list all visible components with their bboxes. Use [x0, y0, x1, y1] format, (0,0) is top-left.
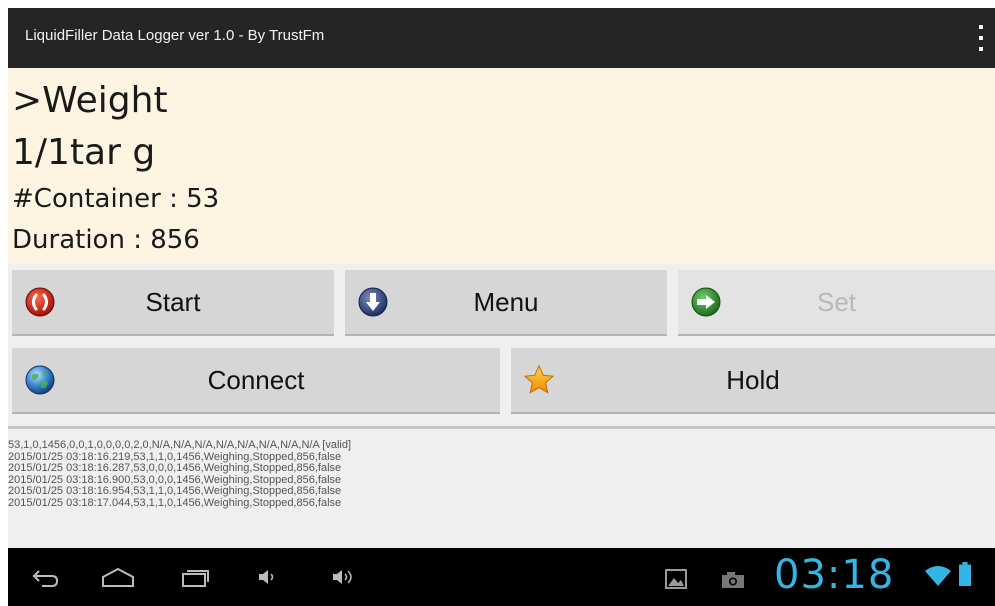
set-button[interactable]: Set: [678, 270, 995, 336]
set-label: Set: [816, 286, 857, 317]
wifi-icon: [925, 566, 951, 586]
divider: [8, 426, 995, 429]
volume-up-icon[interactable]: [330, 565, 360, 589]
log-line: 53,1,0,1456,0,0,1,0,0,0,0,2,0,N/A,N/A,N/…: [8, 439, 352, 451]
connect-label: Connect: [207, 364, 305, 395]
hold-button[interactable]: Hold: [511, 348, 995, 414]
readout-panel: >Weight 1/1tar g #Container : 53 Duratio…: [8, 68, 995, 264]
star-icon: [523, 364, 555, 394]
battery-icon: [959, 562, 971, 586]
container-count: #Container : 53: [12, 184, 220, 214]
overflow-menu-icon[interactable]: [977, 25, 985, 51]
start-label: Start: [145, 286, 201, 317]
menu-label: Menu: [473, 286, 539, 317]
log-line: 2015/01/25 03:18:16.287,53,0,0,0,1456,We…: [8, 462, 342, 474]
hold-label: Hold: [726, 364, 780, 395]
log-line: 2015/01/25 03:18:16.954,53,1,1,0,1456,We…: [8, 485, 342, 497]
menu-button[interactable]: Menu: [345, 270, 667, 336]
duration-readout: Duration : 856: [12, 225, 200, 255]
camera-icon[interactable]: [721, 568, 745, 592]
back-icon[interactable]: [30, 565, 60, 589]
connect-button[interactable]: Connect: [12, 348, 500, 414]
clock: 03:18: [774, 552, 895, 598]
stop-icon: [25, 287, 55, 317]
home-icon[interactable]: [100, 565, 136, 589]
readout-value: 1/1tar g: [12, 132, 156, 173]
system-bar: 03:18: [8, 548, 995, 606]
log-line: 2015/01/25 03:18:17.044,53,1,1,0,1456,We…: [8, 496, 342, 509]
forward-arrow-icon: [691, 287, 721, 317]
log-output: 53,1,0,1456,0,0,1,0,0,0,0,2,0,N/A,N/A,N/…: [8, 439, 995, 546]
action-bar: LiquidFiller Data Logger ver 1.0 - By Tr…: [8, 8, 995, 68]
app-title: LiquidFiller Data Logger ver 1.0 - By Tr…: [25, 27, 325, 44]
recent-apps-icon[interactable]: [180, 565, 210, 589]
gallery-icon[interactable]: [665, 567, 687, 591]
globe-icon: [25, 365, 55, 395]
app-screen: LiquidFiller Data Logger ver 1.0 - By Tr…: [8, 8, 995, 606]
volume-down-icon[interactable]: [256, 565, 280, 589]
start-button[interactable]: Start: [12, 270, 334, 336]
download-arrow-icon: [358, 287, 388, 317]
readout-mode: >Weight: [12, 80, 168, 121]
